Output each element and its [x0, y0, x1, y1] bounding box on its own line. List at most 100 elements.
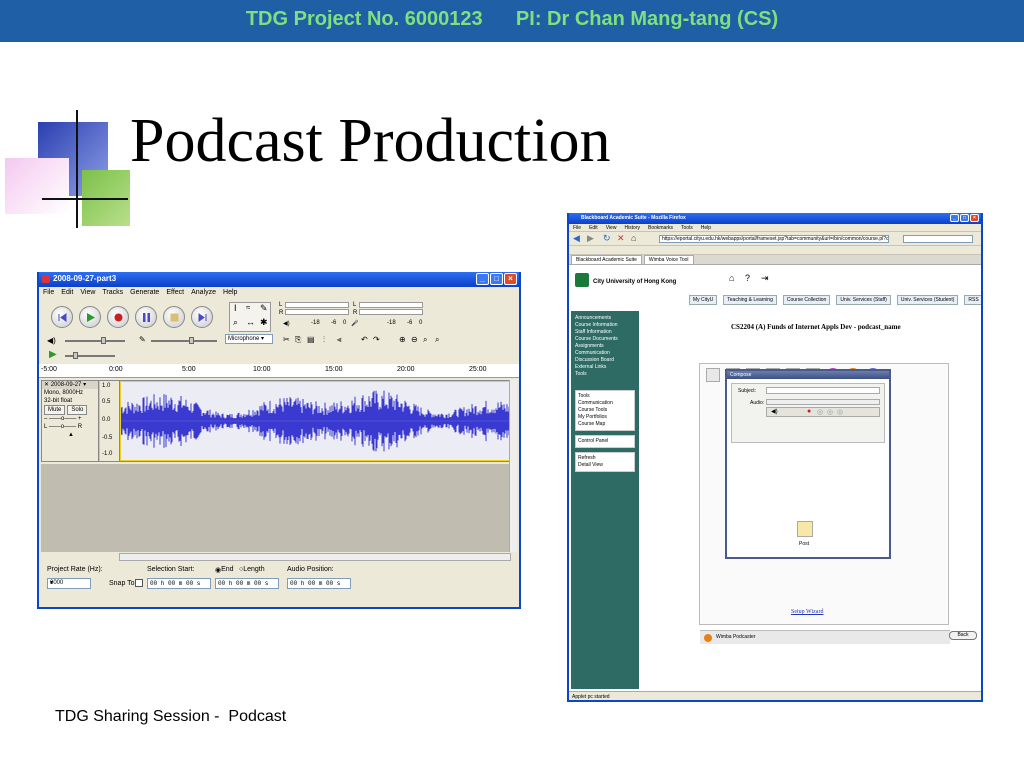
- selection-start-field[interactable]: 00 h 00 m 00 s: [147, 578, 211, 589]
- speaker-icon[interactable]: ◀): [283, 320, 290, 327]
- browser-menu-tools[interactable]: Tools: [681, 224, 693, 231]
- home-icon[interactable]: ⌂: [631, 233, 636, 243]
- reload-icon[interactable]: ↻: [603, 233, 611, 244]
- portal-tab[interactable]: Course Collection: [782, 295, 831, 305]
- portal-tab[interactable]: Univ. Services (Staff): [836, 295, 891, 305]
- close-button[interactable]: ×: [504, 273, 517, 285]
- stop-button[interactable]: [163, 306, 185, 328]
- pan-slider[interactable]: L ——o—— R: [42, 423, 98, 431]
- input-volume-knob[interactable]: [189, 337, 194, 344]
- browser-menu-file[interactable]: File: [573, 224, 581, 231]
- menu-edit[interactable]: Edit: [61, 287, 73, 298]
- browser-menu-help[interactable]: Help: [701, 224, 711, 231]
- menu-analyze[interactable]: Analyze: [191, 287, 216, 298]
- minimize-button[interactable]: _: [476, 273, 489, 285]
- silence-icon[interactable]: ⫷: [337, 335, 342, 345]
- play-at-speed-icon[interactable]: ▶: [49, 349, 57, 360]
- copy-icon[interactable]: ⎘: [295, 335, 301, 345]
- stop-load-icon[interactable]: ✕: [617, 233, 625, 244]
- new-icon[interactable]: [706, 368, 720, 382]
- course-menu-item[interactable]: External Links: [575, 364, 635, 371]
- gain-slider[interactable]: – ——o—— +: [42, 415, 98, 423]
- mute-button[interactable]: Mute: [44, 405, 66, 415]
- selection-end-field[interactable]: 00 h 00 m 00 s: [215, 578, 279, 589]
- audio-play-icon[interactable]: ◎: [817, 408, 823, 416]
- course-menu-item[interactable]: Communication: [575, 350, 635, 357]
- play-speed-knob[interactable]: [73, 352, 78, 359]
- tab-blackboard[interactable]: Blackboard Academic Suite: [571, 255, 642, 264]
- zoom-in-icon[interactable]: ⊕: [399, 335, 406, 344]
- course-menu-item[interactable]: Course Information: [575, 322, 635, 329]
- project-rate-select[interactable]: 8000 ▾: [47, 578, 91, 589]
- refresh-link[interactable]: Refresh: [578, 455, 632, 462]
- portal-tab[interactable]: Univ. Services (Student): [896, 295, 959, 305]
- tools-item[interactable]: Course Map: [578, 421, 632, 428]
- course-menu-item[interactable]: Staff Information: [575, 329, 635, 336]
- browser-minimize-button[interactable]: _: [950, 214, 959, 222]
- portal-tab[interactable]: RSS: [964, 295, 981, 305]
- browser-menu-view[interactable]: View: [606, 224, 617, 231]
- tools-item[interactable]: Communication: [578, 400, 632, 407]
- cut-icon[interactable]: ✂: [283, 335, 290, 344]
- menu-file[interactable]: File: [43, 287, 54, 298]
- maximize-button[interactable]: □: [490, 273, 503, 285]
- audio-stop-icon[interactable]: ◎: [837, 408, 843, 416]
- help-nav-icon[interactable]: ?: [745, 273, 750, 283]
- browser-menu-history[interactable]: History: [624, 224, 640, 231]
- forward-arrow-icon[interactable]: ▶: [587, 233, 594, 244]
- length-radio-option[interactable]: ○ Length: [239, 566, 265, 573]
- address-bar[interactable]: https://eportal.cityu.edu.hk/webapps/por…: [659, 235, 889, 243]
- menu-tracks[interactable]: Tracks: [102, 287, 123, 298]
- browser-menu-bookmarks[interactable]: Bookmarks: [648, 224, 673, 231]
- mic-icon[interactable]: 🎤: [351, 320, 358, 327]
- output-volume-knob[interactable]: [101, 337, 106, 344]
- output-volume-slider[interactable]: [65, 340, 125, 342]
- redo-icon[interactable]: ↷: [373, 335, 380, 344]
- fit-project-icon[interactable]: ⌕: [435, 335, 439, 345]
- skip-start-button[interactable]: [51, 306, 73, 328]
- menu-generate[interactable]: Generate: [130, 287, 159, 298]
- pause-button[interactable]: [135, 306, 157, 328]
- home-nav-icon[interactable]: ⌂: [729, 273, 734, 283]
- browser-close-button[interactable]: ×: [970, 214, 979, 222]
- paste-icon[interactable]: ▤: [307, 335, 315, 344]
- back-button[interactable]: Back: [949, 631, 977, 640]
- fit-selection-icon[interactable]: ⌕: [423, 335, 427, 345]
- multi-tool-icon[interactable]: ✱: [260, 317, 268, 328]
- skip-end-button[interactable]: [191, 306, 213, 328]
- solo-button[interactable]: Solo: [67, 405, 88, 415]
- record-button[interactable]: [107, 306, 129, 328]
- portal-tab[interactable]: My CityU: [689, 295, 718, 305]
- input-volume-slider[interactable]: [151, 340, 217, 342]
- control-panel-link[interactable]: Control Panel: [578, 438, 632, 445]
- input-source-select[interactable]: Microphone ▾: [225, 334, 273, 344]
- play-button[interactable]: [79, 306, 101, 328]
- vertical-scrollbar[interactable]: [509, 380, 517, 552]
- tools-item[interactable]: My Portfolios: [578, 414, 632, 421]
- timeline-ruler[interactable]: -5:00 0:00 5:00 10:00 15:00 20:00 25:00: [39, 364, 519, 378]
- audio-record-icon[interactable]: ●: [807, 408, 811, 415]
- back-arrow-icon[interactable]: ◀: [573, 233, 580, 244]
- envelope-tool-icon[interactable]: ≈: [246, 303, 250, 312]
- empty-track-area[interactable]: [41, 464, 511, 552]
- undo-icon[interactable]: ↶: [361, 335, 368, 344]
- menu-effect[interactable]: Effect: [166, 287, 184, 298]
- course-menu-item[interactable]: Course Documents: [575, 336, 635, 343]
- setup-wizard-link[interactable]: Setup Wizard: [791, 609, 823, 615]
- course-menu-item[interactable]: Discussion Board: [575, 357, 635, 364]
- tools-item[interactable]: Course Tools: [578, 407, 632, 414]
- course-menu-item[interactable]: Tools: [575, 371, 635, 378]
- waveform[interactable]: [120, 381, 511, 461]
- audio-position-field[interactable]: 00 h 00 m 00 s: [287, 578, 351, 589]
- search-box[interactable]: [903, 235, 973, 243]
- portal-tab[interactable]: Teaching & Learning: [723, 295, 777, 305]
- menu-view[interactable]: View: [80, 287, 95, 298]
- course-menu-item[interactable]: Assignments: [575, 343, 635, 350]
- draw-tool-icon[interactable]: ✎: [260, 303, 268, 314]
- track-name-menu[interactable]: ✕ 2008-09-27 ▾: [42, 381, 98, 389]
- course-menu-item[interactable]: Announcements: [575, 315, 635, 322]
- post-icon[interactable]: [797, 521, 813, 537]
- subject-input[interactable]: [766, 387, 880, 394]
- browser-menu-edit[interactable]: Edit: [589, 224, 598, 231]
- horizontal-scrollbar[interactable]: [119, 553, 511, 561]
